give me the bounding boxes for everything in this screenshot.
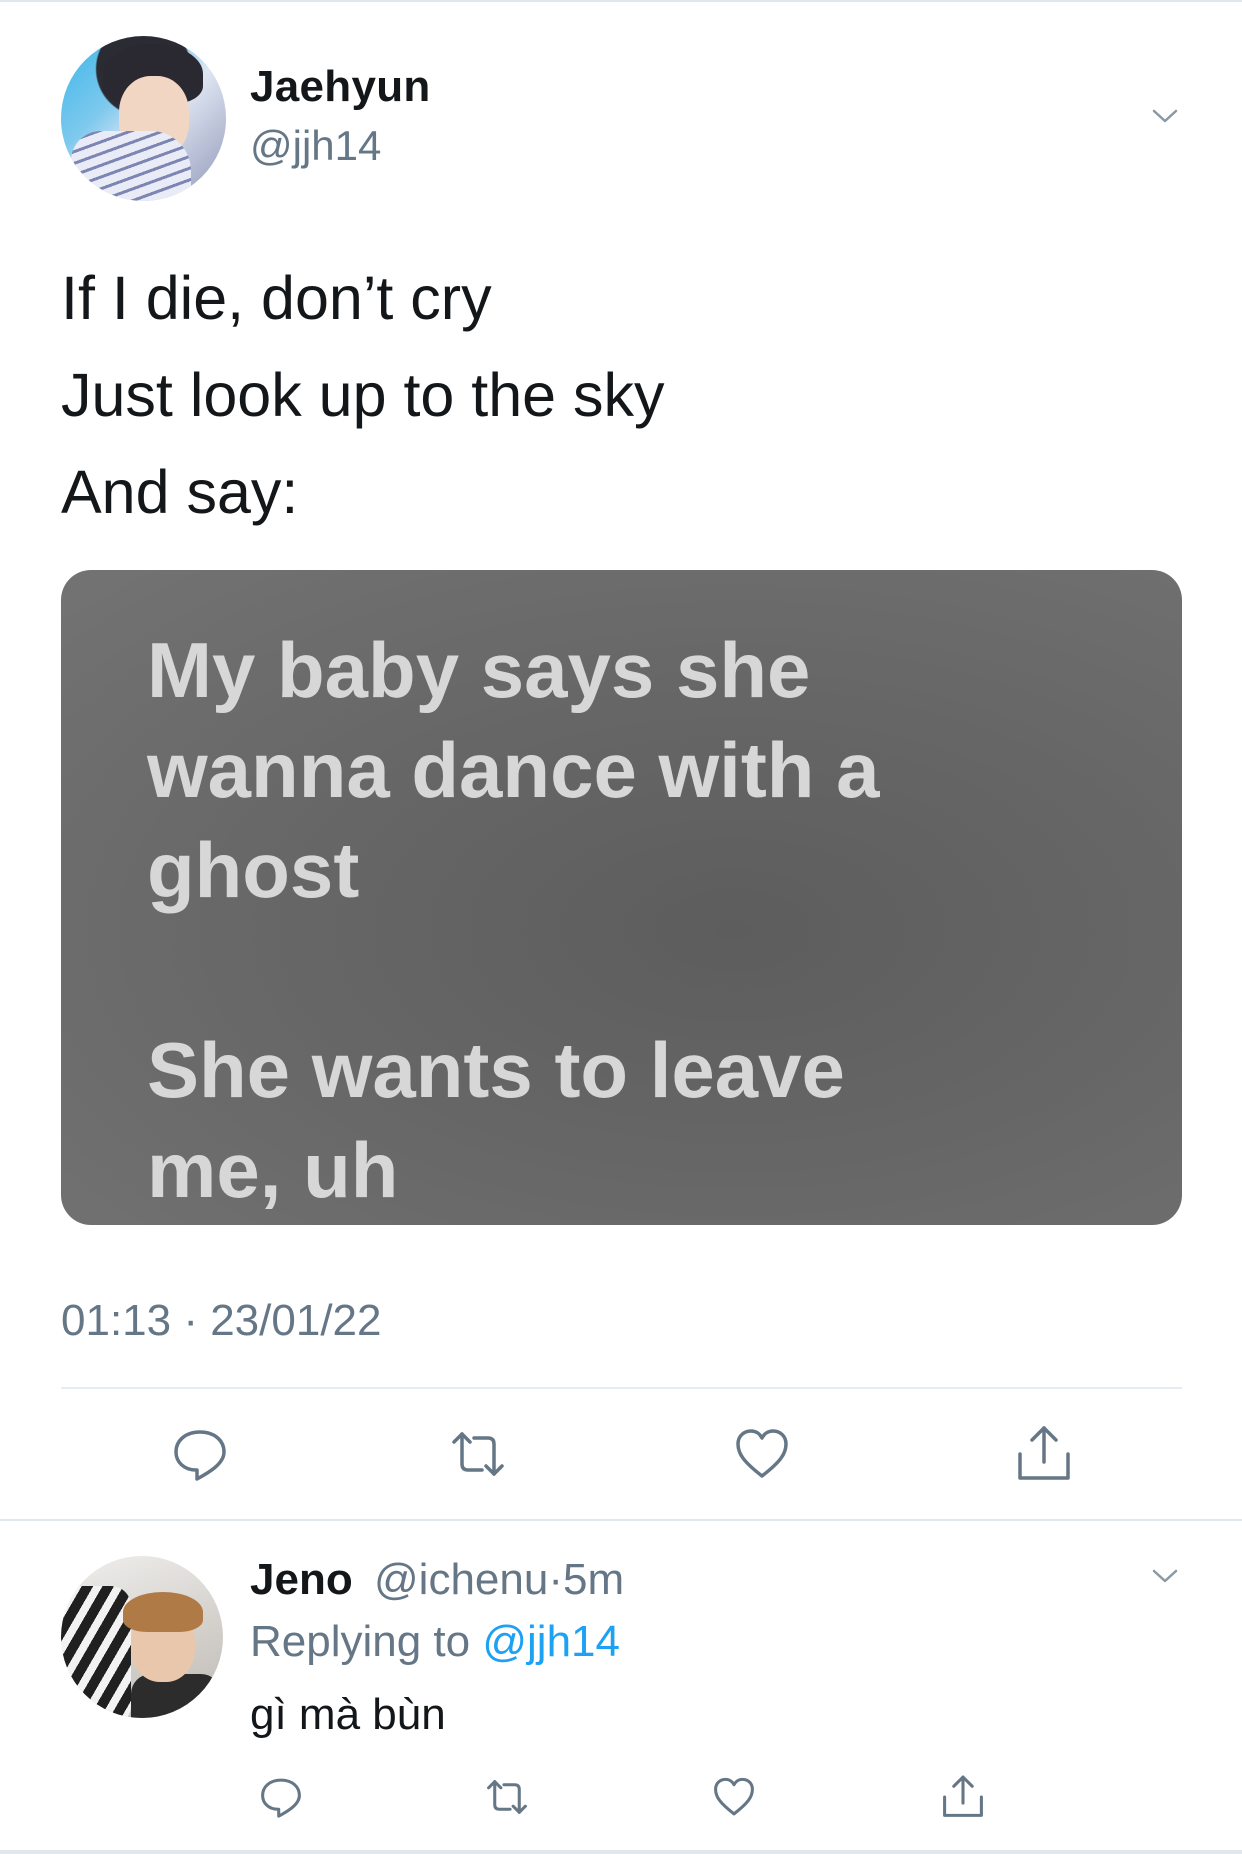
reply-time-separator: · — [548, 1555, 563, 1604]
replying-to-handle[interactable]: @jjh14 — [482, 1617, 620, 1666]
tweet-media-image[interactable]: My baby says she wanna dance with a ghos… — [61, 570, 1182, 1225]
author-handle[interactable]: @jjh14 — [250, 122, 381, 170]
author-name[interactable]: Jaehyun — [250, 62, 431, 112]
reply-time: 5m — [562, 1555, 625, 1604]
reply-chevron-down-icon[interactable] — [1152, 1563, 1178, 1589]
tweet-divider — [0, 1519, 1242, 1521]
actions-divider — [61, 1387, 1182, 1389]
share-icon[interactable] — [1014, 1424, 1074, 1484]
author-avatar[interactable] — [61, 36, 226, 201]
bottom-divider — [0, 1850, 1242, 1854]
reply-reply-icon[interactable] — [258, 1774, 304, 1820]
reply-icon[interactable] — [170, 1424, 230, 1484]
reply-like-icon[interactable] — [711, 1774, 757, 1820]
replying-to: Replying to @jjh14 — [250, 1617, 620, 1667]
reply-share-icon[interactable] — [940, 1774, 986, 1820]
reply-author-handle[interactable]: @ichenu — [374, 1555, 548, 1604]
chevron-down-icon[interactable] — [1152, 103, 1178, 129]
reply-meta: @ichenu·5m — [374, 1555, 624, 1605]
retweet-icon[interactable] — [448, 1424, 508, 1484]
reply-retweet-icon[interactable] — [484, 1774, 530, 1820]
replying-to-label: Replying to — [250, 1617, 483, 1666]
reply-author-name[interactable]: Jeno — [250, 1555, 353, 1605]
like-icon[interactable] — [732, 1424, 792, 1484]
top-divider — [0, 0, 1242, 2]
reply-text: gì mà bùn — [250, 1690, 446, 1739]
tweet-text: If I die, don’t cry Just look up to the … — [61, 264, 665, 526]
media-lyrics-text: My baby says she wanna dance with a ghos… — [147, 626, 880, 1214]
reply-author-avatar[interactable] — [61, 1556, 223, 1718]
tweet-timestamp[interactable]: 01:13 · 23/01/22 — [61, 1296, 381, 1346]
